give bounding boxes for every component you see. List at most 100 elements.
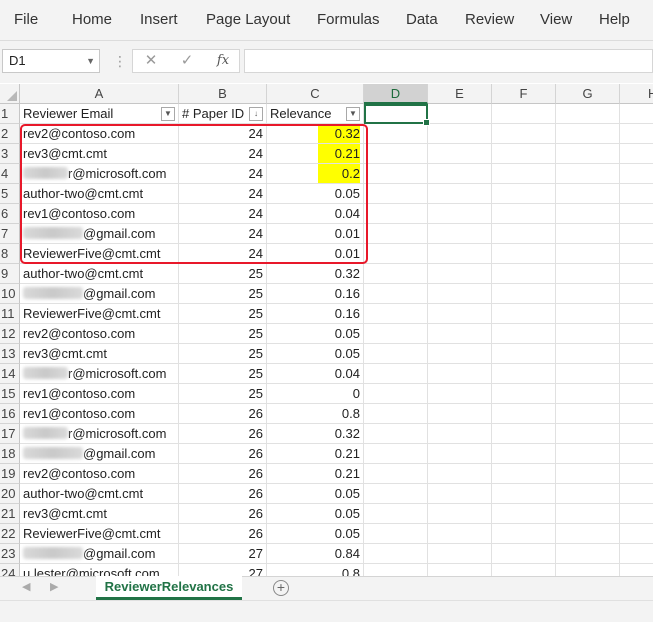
tab-file[interactable]: File xyxy=(14,0,38,40)
cell-paper-id[interactable]: 26 xyxy=(179,504,267,524)
cell[interactable] xyxy=(428,244,492,264)
tab-insert[interactable]: Insert xyxy=(140,0,178,40)
cell-paper-id[interactable]: 26 xyxy=(179,404,267,424)
cell-relevance[interactable]: 0.01 xyxy=(267,224,364,244)
cell[interactable] xyxy=(428,124,492,144)
cell-paper-id[interactable]: 26 xyxy=(179,464,267,484)
cell[interactable] xyxy=(492,464,556,484)
cell[interactable] xyxy=(492,304,556,324)
cell[interactable] xyxy=(364,204,428,224)
cell[interactable] xyxy=(620,304,653,324)
row-number[interactable]: 24 xyxy=(0,564,20,576)
row-number[interactable]: 22 xyxy=(0,524,20,544)
cell[interactable] xyxy=(556,164,620,184)
cell[interactable] xyxy=(428,504,492,524)
row-number[interactable]: 13 xyxy=(0,344,20,364)
cell-paper-id[interactable]: 24 xyxy=(179,184,267,204)
cell[interactable] xyxy=(364,424,428,444)
cell[interactable] xyxy=(364,144,428,164)
sheet-tab-reviewer-relevances[interactable]: ReviewerRelevances xyxy=(96,576,242,600)
cell-reviewer-email[interactable]: rev3@cmt.cmt xyxy=(20,144,179,164)
tab-review[interactable]: Review xyxy=(465,0,514,40)
cell[interactable] xyxy=(556,184,620,204)
name-box[interactable]: D1 ▼ xyxy=(2,49,100,73)
cell-reviewer-email[interactable]: @gmail.com xyxy=(20,544,179,564)
cell-reviewer-email[interactable]: ReviewerFive@cmt.cmt xyxy=(20,244,179,264)
cell[interactable] xyxy=(620,424,653,444)
select-all-corner[interactable] xyxy=(0,84,20,104)
cell[interactable] xyxy=(428,204,492,224)
cell[interactable] xyxy=(556,424,620,444)
cell-relevance[interactable]: 0.32 xyxy=(267,124,364,144)
cell[interactable] xyxy=(556,444,620,464)
row-number[interactable]: 20 xyxy=(0,484,20,504)
cell[interactable] xyxy=(428,344,492,364)
column-header-e[interactable]: E xyxy=(428,84,492,104)
cell[interactable] xyxy=(428,264,492,284)
cell-relevance[interactable]: 0.05 xyxy=(267,184,364,204)
cell[interactable] xyxy=(492,544,556,564)
cell[interactable] xyxy=(620,364,653,384)
cell-paper-id[interactable]: 25 xyxy=(179,344,267,364)
row-number[interactable]: 14 xyxy=(0,364,20,384)
row-number[interactable]: 15 xyxy=(0,384,20,404)
cell[interactable] xyxy=(620,144,653,164)
header-paper-id[interactable]: # Paper ID ↓ xyxy=(179,104,267,124)
cell[interactable] xyxy=(364,484,428,504)
cell[interactable] xyxy=(620,504,653,524)
cell[interactable] xyxy=(364,364,428,384)
add-sheet-icon[interactable]: + xyxy=(273,580,289,596)
cell[interactable] xyxy=(556,244,620,264)
enter-icon[interactable]: ✓ xyxy=(175,50,199,72)
cell[interactable] xyxy=(620,184,653,204)
cell[interactable] xyxy=(492,444,556,464)
cell[interactable] xyxy=(364,304,428,324)
cell[interactable] xyxy=(364,404,428,424)
cell-relevance[interactable]: 0.32 xyxy=(267,264,364,284)
cell-paper-id[interactable]: 25 xyxy=(179,364,267,384)
header-reviewer-email[interactable]: Reviewer Email ▼ xyxy=(20,104,179,124)
filter-dropdown-icon[interactable]: ▼ xyxy=(346,107,360,121)
cell-reviewer-email[interactable]: author-two@cmt.cmt xyxy=(20,484,179,504)
cell-relevance[interactable]: 0.32 xyxy=(267,424,364,444)
row-number[interactable]: 3 xyxy=(0,144,20,164)
cell[interactable] xyxy=(492,384,556,404)
cell[interactable] xyxy=(364,444,428,464)
cell[interactable] xyxy=(620,244,653,264)
cell[interactable] xyxy=(620,204,653,224)
cell[interactable] xyxy=(364,104,428,124)
row-number[interactable]: 16 xyxy=(0,404,20,424)
tab-view[interactable]: View xyxy=(540,0,572,40)
cell-paper-id[interactable]: 25 xyxy=(179,324,267,344)
cell-reviewer-email[interactable]: rev2@contoso.com xyxy=(20,324,179,344)
cell[interactable] xyxy=(428,464,492,484)
cell[interactable] xyxy=(620,164,653,184)
cell[interactable] xyxy=(492,564,556,576)
cell[interactable] xyxy=(492,524,556,544)
cell-reviewer-email[interactable]: r@microsoft.com xyxy=(20,364,179,384)
tab-home[interactable]: Home xyxy=(72,0,112,40)
row-number[interactable]: 18 xyxy=(0,444,20,464)
sort-ascending-filter-icon[interactable]: ↓ xyxy=(249,107,263,121)
cell[interactable] xyxy=(428,104,492,124)
cell-relevance[interactable]: 0.2 xyxy=(267,164,364,184)
cell-relevance[interactable]: 0.8 xyxy=(267,404,364,424)
cell-relevance[interactable]: 0.16 xyxy=(267,304,364,324)
row-number[interactable]: 1 xyxy=(0,104,20,124)
column-header-b[interactable]: B xyxy=(179,84,267,104)
cell-relevance[interactable]: 0.05 xyxy=(267,524,364,544)
cell-paper-id[interactable]: 26 xyxy=(179,424,267,444)
cell-reviewer-email[interactable]: r@microsoft.com xyxy=(20,424,179,444)
cell[interactable] xyxy=(620,464,653,484)
cell-reviewer-email[interactable]: @gmail.com xyxy=(20,224,179,244)
cell-relevance[interactable]: 0.21 xyxy=(267,464,364,484)
cell[interactable] xyxy=(364,264,428,284)
cell-reviewer-email[interactable]: @gmail.com xyxy=(20,284,179,304)
cell[interactable] xyxy=(556,464,620,484)
cell[interactable] xyxy=(492,264,556,284)
cell[interactable] xyxy=(492,224,556,244)
next-sheet-icon[interactable]: ▶ xyxy=(50,580,58,593)
cell[interactable] xyxy=(492,244,556,264)
cell[interactable] xyxy=(364,564,428,576)
cell[interactable] xyxy=(620,524,653,544)
